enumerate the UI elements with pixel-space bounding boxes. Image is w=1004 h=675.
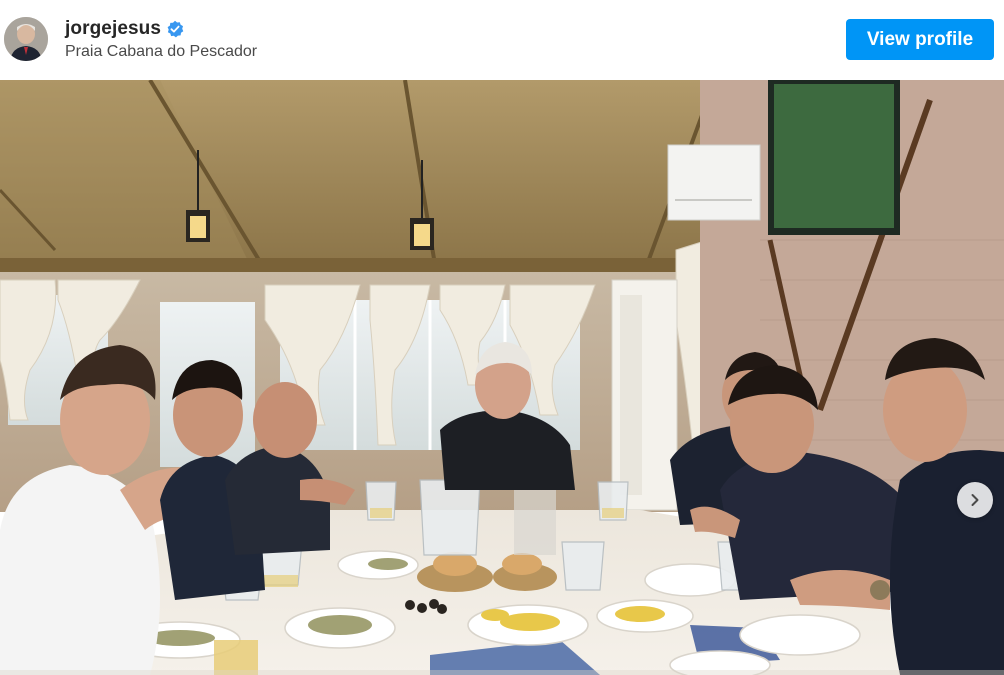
avatar[interactable]: [4, 17, 48, 61]
post-photo[interactable]: [0, 80, 1004, 675]
next-photo-button[interactable]: [957, 482, 993, 518]
location-link[interactable]: Praia Cabana do Pescador: [65, 43, 257, 61]
chevron-right-icon: [968, 493, 982, 507]
verified-badge-icon: [166, 20, 184, 38]
post-header: jorgejesus Praia Cabana do Pescador View…: [0, 0, 1004, 80]
view-profile-button[interactable]: View profile: [846, 19, 994, 60]
username[interactable]: jorgejesus: [65, 18, 161, 40]
